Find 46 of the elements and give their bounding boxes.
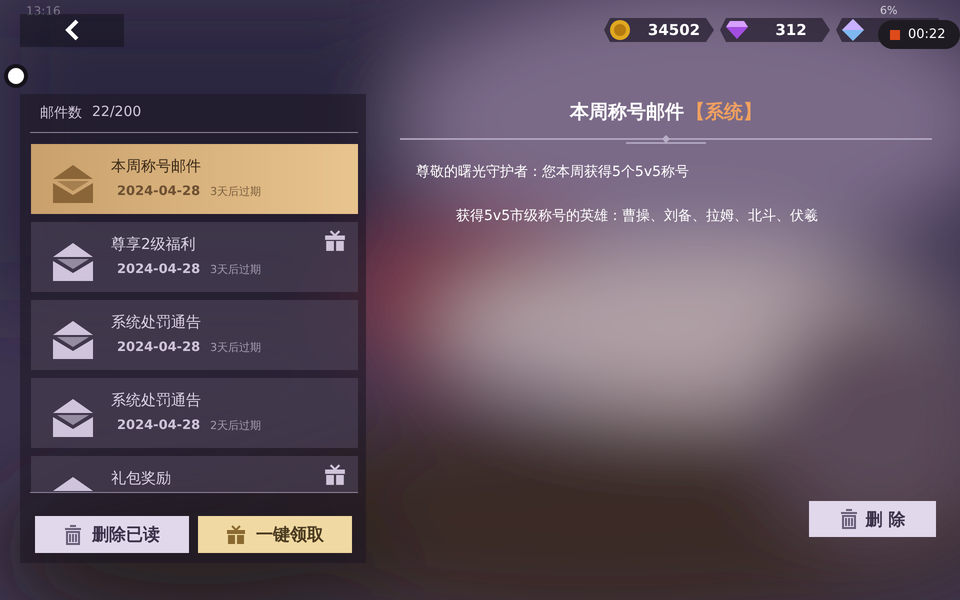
back-button[interactable] — [20, 14, 124, 46]
gift-icon — [325, 465, 345, 485]
record-icon — [890, 30, 900, 40]
mail-date: 2024-04-28 — [117, 262, 200, 277]
mail-expiry: 3天后过期 — [210, 184, 262, 199]
trash-icon — [64, 524, 82, 544]
battery-level: 6% — [880, 4, 898, 17]
gift-icon — [226, 524, 246, 544]
envelope-icon — [53, 165, 93, 203]
mail-category-tag: 【系统】 — [686, 99, 762, 125]
mail-title: 系统处罚通告 — [111, 391, 202, 410]
coin-icon — [610, 20, 630, 40]
envelope-icon — [53, 243, 93, 281]
mail-body-text: 尊敬的曙光守护者：您本周获得5个5v5称号 — [416, 163, 690, 181]
recording-timer: 00:22 — [908, 27, 946, 42]
trash-icon — [840, 509, 858, 529]
mail-item[interactable]: 礼包奖励 — [31, 456, 358, 492]
mail-title: 本周称号邮件 — [111, 157, 202, 176]
gem-icon — [726, 21, 748, 39]
mail-item[interactable]: 本周称号邮件 2024-04-28 3天后过期 — [31, 144, 358, 214]
mail-expiry: 3天后过期 — [210, 262, 262, 277]
claim-all-button[interactable]: 一键领取 — [198, 516, 352, 553]
mail-count: 22/200 — [92, 104, 142, 122]
crystal-icon — [842, 19, 864, 41]
mail-title: 尊享2级福利 — [111, 235, 197, 254]
mail-date: 2024-04-28 — [117, 184, 200, 199]
mail-count-label: 邮件数 — [40, 104, 82, 123]
gift-icon — [325, 231, 345, 251]
mail-item[interactable]: 尊享2级福利 2024-04-28 3天后过期 — [31, 222, 358, 292]
currency-amount: 312 — [774, 21, 808, 39]
mail-detail-title: 本周称号邮件 — [570, 100, 684, 125]
mail-item[interactable]: 系统处罚通告 2024-04-28 2天后过期 — [31, 378, 358, 448]
status-time: 13:16 — [26, 4, 61, 18]
mail-expiry: 3天后过期 — [210, 340, 262, 355]
mail-date: 2024-04-28 — [117, 418, 200, 433]
currency-amount: 34502 — [646, 21, 702, 39]
mail-body-text: 获得5v5市级称号的英雄：曹操、刘备、拉姆、北斗、伏羲 — [456, 207, 820, 225]
delete-button[interactable]: 删 除 — [809, 501, 936, 537]
envelope-icon — [53, 399, 93, 437]
mail-item[interactable]: 系统处罚通告 2024-04-28 3天后过期 — [31, 300, 358, 370]
delete-read-button[interactable]: 删除已读 — [35, 516, 189, 553]
envelope-icon — [53, 321, 93, 359]
mail-title: 礼包奖励 — [111, 469, 171, 488]
mail-expiry: 2天后过期 — [210, 418, 262, 433]
mail-title: 系统处罚通告 — [111, 313, 202, 332]
mail-date: 2024-04-28 — [117, 340, 200, 355]
